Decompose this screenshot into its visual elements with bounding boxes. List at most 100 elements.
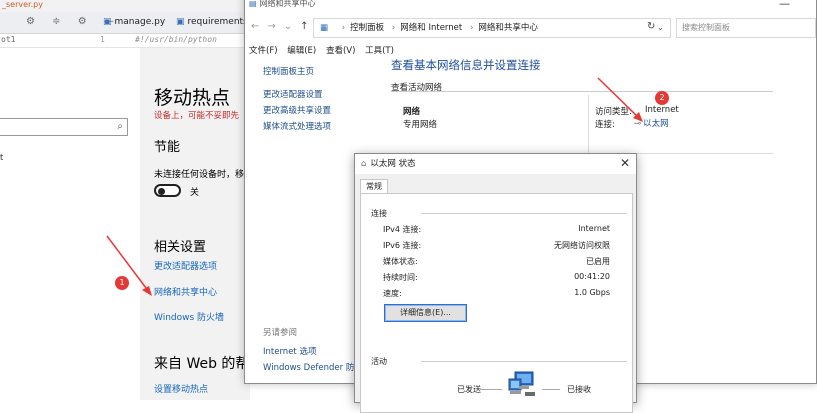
received-label: 已接收 xyxy=(567,385,591,394)
main-heading: 查看基本网络信息并设置连接 xyxy=(391,58,541,72)
breadcrumb-chevron-icon[interactable]: › xyxy=(392,23,395,33)
divider xyxy=(542,389,560,390)
duration-value: 00:41:20 xyxy=(574,272,610,281)
see-also-label: 另请参阅 xyxy=(263,328,298,338)
sidebar-fragment: t xyxy=(0,153,4,162)
python-file-icon: ▣ xyxy=(103,17,112,27)
settings-panel: 移动热点 设备上，可能不妥即先 节能 未连接任何设备时，移 关 相关设置 更改适… xyxy=(140,48,263,400)
breadcrumb-chevron-icon[interactable]: › xyxy=(470,23,473,33)
media-state-label: 媒体状态: xyxy=(383,257,418,266)
window-titlebar[interactable]: ▤ 网络和共享中心 xyxy=(245,0,816,13)
divider xyxy=(391,91,773,92)
link-setup-hotspot[interactable]: 设置移动热点 xyxy=(154,382,208,395)
media-state-value: 已启用 xyxy=(586,257,610,266)
menu-tools[interactable]: 工具(T) xyxy=(365,46,394,56)
ethernet-link-label[interactable]: 以太网 xyxy=(643,119,669,129)
section-energy-heading: 节能 xyxy=(154,140,181,155)
warning-text: 设备上，可能不妥即先 xyxy=(154,111,240,121)
ide-project-name: ot1 xyxy=(1,35,16,44)
link-defender-firewall[interactable]: Windows Defender 防火 xyxy=(263,361,363,373)
computer-icon xyxy=(508,371,535,396)
menu-edit[interactable]: 编辑(E) xyxy=(287,46,316,56)
sent-label: 已发送 xyxy=(457,385,481,394)
settings-search-input[interactable]: ⌕ xyxy=(0,118,128,136)
duration-label: 持续时间: xyxy=(383,273,418,282)
step-badge-2: 2 xyxy=(655,91,669,105)
search-icon: ⌕ xyxy=(117,121,123,132)
dialog-titlebar[interactable]: ⌂ 以太网 状态 xyxy=(355,154,636,174)
line-number: 1 xyxy=(100,35,105,44)
window-controls[interactable]: — xyxy=(779,0,810,10)
ide-code-line[interactable]: ot1 1 #!/usr/bin/python xyxy=(0,34,250,48)
ide-left-panel: ⌕ t xyxy=(0,48,140,400)
refresh-icon[interactable]: ↻ xyxy=(647,21,655,32)
nav-control-panel-home[interactable]: 控制面板主页 xyxy=(263,65,314,77)
link-internet-options[interactable]: Internet 选项 xyxy=(263,345,316,357)
energy-toggle[interactable] xyxy=(154,184,181,197)
ipv4-value: Internet xyxy=(578,224,610,233)
menu-file[interactable]: 文件(F) xyxy=(249,46,278,56)
ipv6-label: IPv6 连接: xyxy=(383,241,422,250)
speed-value: 1.0 Gbps xyxy=(574,288,610,297)
access-type-value: Internet xyxy=(645,105,679,115)
link-windows-firewall[interactable]: Windows 防火墙 xyxy=(154,310,224,323)
divider xyxy=(421,361,627,362)
text-file-icon: ▣ xyxy=(176,17,185,27)
nav-buttons[interactable]: ←→⌄↑ xyxy=(251,21,317,32)
link-network-sharing-center[interactable]: 网络和共享中心 xyxy=(154,285,217,298)
control-panel-icon: ▦ xyxy=(320,23,329,33)
ethernet-adapter-icon: ⊸ xyxy=(634,119,642,129)
network-name: 网络 xyxy=(403,107,421,117)
general-tab-panel: 连接 IPv4 连接: Internet IPv6 连接: 无网络访问权限 媒体… xyxy=(360,193,633,413)
menu-bar: 文件(F) 编辑(E) 查看(V) 工具(T) xyxy=(249,44,401,56)
ide-tab-requirements[interactable]: ▣ requirements. xyxy=(176,17,251,27)
details-button[interactable]: 详细信息(E)... xyxy=(384,304,467,322)
ide-file-title: _server.py xyxy=(0,0,250,12)
back-arrow-icon[interactable]: ← xyxy=(251,21,267,32)
address-bar-row: ←→⌄↑ ▦ › 控制面板 › 网络和 Internet › 网络和共享中心 ⌄ ↻ … xyxy=(245,16,816,40)
ethernet-connection-link[interactable]: ⊸ 以太网 xyxy=(634,117,669,129)
dialog-title: 以太网 状态 xyxy=(370,159,416,169)
minimize-icon[interactable]: — xyxy=(779,0,810,10)
address-dropdown-icon[interactable]: ⌄ xyxy=(657,19,664,37)
window-title: 网络和共享中心 xyxy=(259,0,316,8)
breadcrumb-chevron-icon[interactable]: › xyxy=(342,23,345,33)
step-badge-1: 1 xyxy=(115,276,129,290)
ide-tabbar: ⚙ ≑ ⚙ — ▣ manage.py ▣ requirements. xyxy=(0,12,251,34)
ide-tab-manage[interactable]: ▣ manage.py xyxy=(103,17,165,27)
ide-tab-label: manage.py xyxy=(114,17,166,27)
connections-label: 连接: xyxy=(595,120,615,130)
ide-tab-label: requirements. xyxy=(187,17,251,27)
tab-general[interactable]: 常规 xyxy=(360,179,388,194)
divider xyxy=(588,95,589,153)
nav-change-advanced-sharing[interactable]: 更改高级共享设置 xyxy=(263,104,331,116)
forward-arrow-icon[interactable]: → xyxy=(267,21,283,32)
divider xyxy=(421,213,627,214)
breadcrumb-item[interactable]: 网络和共享中心 xyxy=(478,23,538,33)
recent-chevron-icon[interactable]: ⌄ xyxy=(284,21,300,32)
breadcrumb-item[interactable]: 网络和 Internet xyxy=(400,23,462,33)
divider xyxy=(480,389,502,390)
network-adapter-icon: ⌂ xyxy=(361,159,367,169)
network-type: 专用网络 xyxy=(403,120,438,130)
menu-view[interactable]: 查看(V) xyxy=(326,46,355,56)
toggle-knob xyxy=(158,187,165,195)
ipv4-label: IPv4 连接: xyxy=(383,225,422,234)
access-type-label: 访问类型: xyxy=(595,107,632,117)
link-adapter-options[interactable]: 更改适配器选项 xyxy=(154,259,217,272)
address-bar[interactable]: ▦ › 控制面板 › 网络和 Internet › 网络和共享中心 ⌄ xyxy=(313,18,671,38)
network-icon: ▤ xyxy=(249,0,257,8)
breadcrumb-item[interactable]: 控制面板 xyxy=(350,23,384,33)
close-icon[interactable]: ✕ xyxy=(620,156,630,170)
control-panel-search-input[interactable]: 搜索控制面板 xyxy=(676,18,816,38)
ethernet-status-dialog: ⌂ 以太网 状态 ✕ 常规 连接 IPv4 连接: Internet IPv6 连… xyxy=(354,153,637,413)
toggle-state-label: 关 xyxy=(190,188,200,198)
section-related-heading: 相关设置 xyxy=(154,240,207,255)
connection-group-label: 连接 xyxy=(371,209,387,218)
activity-group-label: 活动 xyxy=(371,357,387,366)
code-text[interactable]: #!/usr/bin/python xyxy=(135,34,217,46)
nav-media-streaming[interactable]: 媒体流式处理选项 xyxy=(263,120,331,132)
page-title: 移动热点 xyxy=(154,87,231,109)
ipv6-value: 无网络访问权限 xyxy=(554,241,610,250)
nav-change-adapter-settings[interactable]: 更改适配器设置 xyxy=(263,88,323,100)
